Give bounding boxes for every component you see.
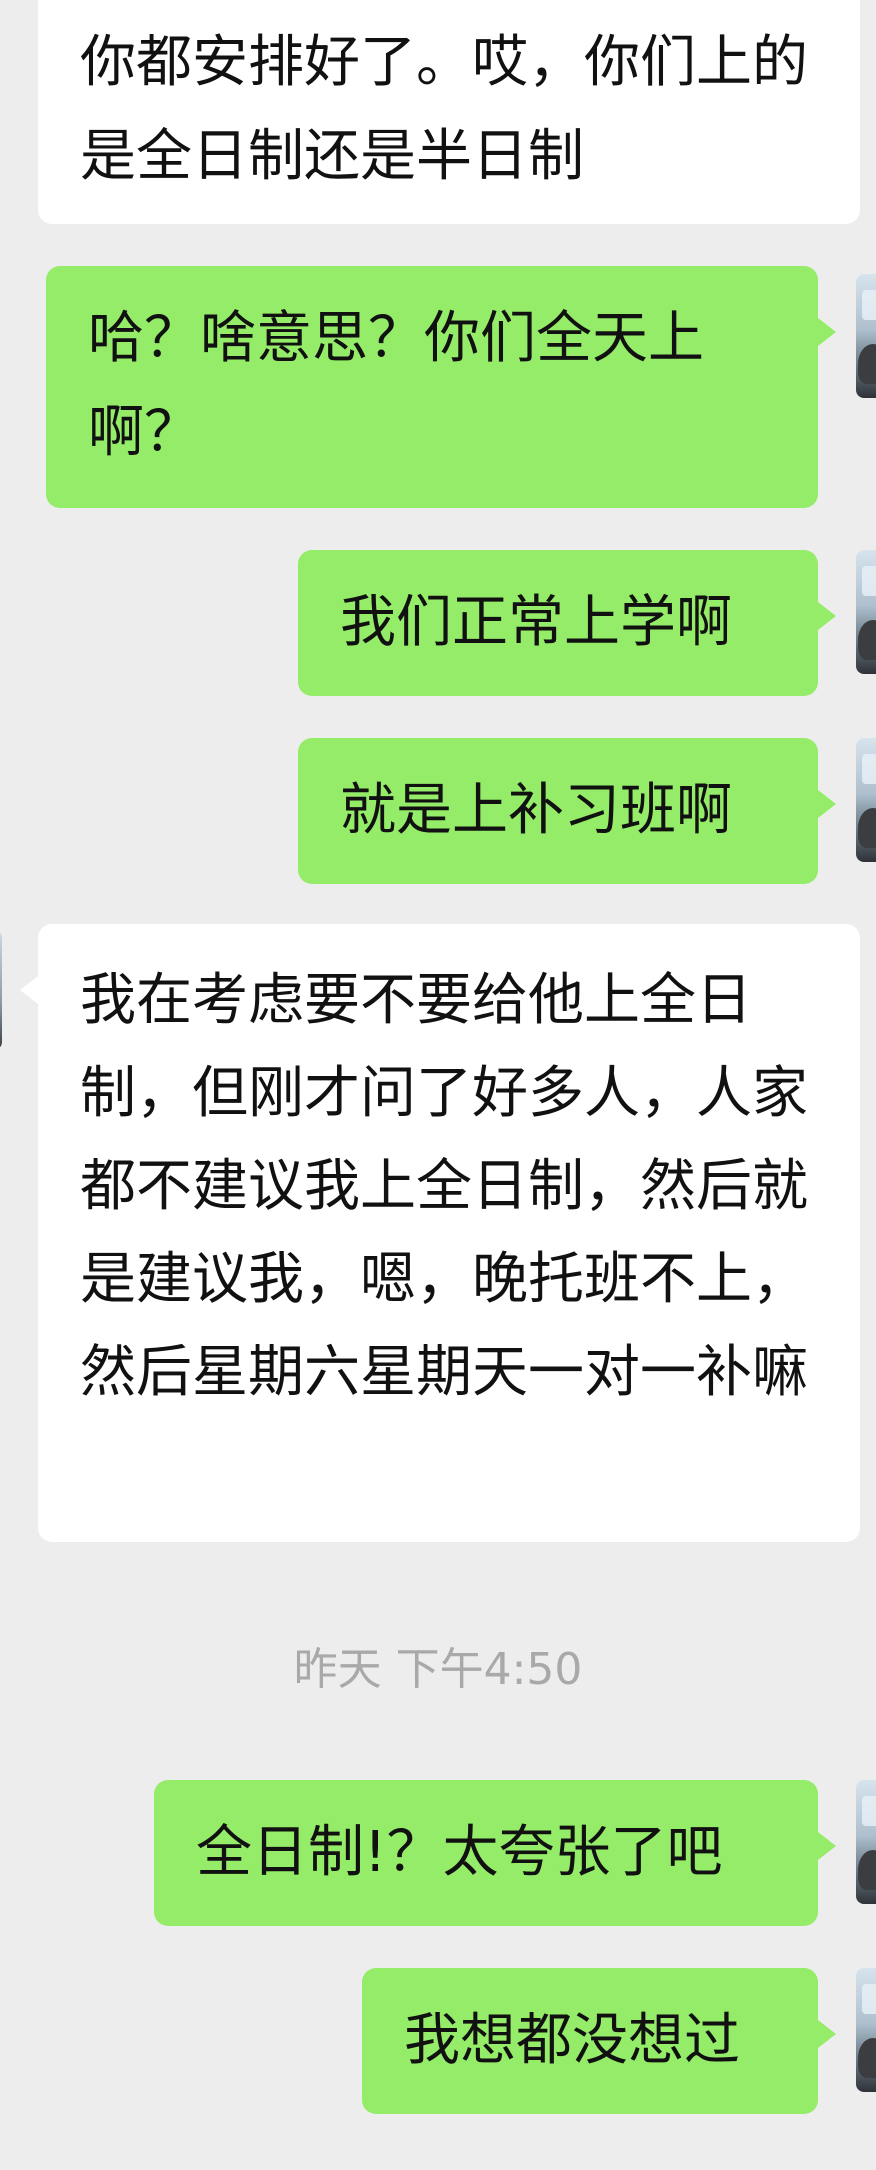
chat-message-outgoing[interactable]: 我想都没想过 xyxy=(362,1968,836,2114)
user-avatar-icon[interactable] xyxy=(856,1968,876,2092)
avatar-highlight xyxy=(862,290,876,320)
avatar-face xyxy=(858,808,876,848)
chat-message-outgoing[interactable]: 就是上补习班啊 xyxy=(298,738,836,884)
avatar-highlight xyxy=(862,754,876,784)
avatar-highlight xyxy=(862,566,876,596)
chat-message-outgoing[interactable]: 我们正常上学啊 xyxy=(298,550,836,696)
avatar-highlight xyxy=(862,1796,876,1826)
user-avatar-icon[interactable] xyxy=(856,550,876,674)
avatar-face xyxy=(858,620,876,660)
user-avatar-icon[interactable] xyxy=(856,738,876,862)
chat-message-outgoing[interactable]: 哈？啥意思？你们全天上啊？ xyxy=(46,266,836,508)
user-avatar-icon[interactable] xyxy=(856,1780,876,1904)
chat-message-incoming[interactable]: 你都安排好了。哎，你们上的是全日制还是半日制 xyxy=(38,0,860,224)
chat-history: 你都安排好了。哎，你们上的是全日制还是半日制 哈？啥意思？你们全天上啊？ 我们正… xyxy=(0,0,876,2170)
avatar-highlight xyxy=(862,1984,876,2014)
message-timestamp: 昨天 下午4:50 xyxy=(293,1644,583,1695)
chat-message-incoming[interactable]: 我在考虑要不要给他上全日制，但刚才问了好多人，人家都不建议我上全日制，然后就是建… xyxy=(20,924,860,1542)
avatar-face xyxy=(858,344,876,384)
avatar-face xyxy=(858,1850,876,1890)
contact-avatar-icon[interactable] xyxy=(0,930,2,1050)
avatar-face xyxy=(858,2038,876,2078)
user-avatar-icon[interactable] xyxy=(856,274,876,398)
chat-message-outgoing[interactable]: 全日制!？太夸张了吧 xyxy=(154,1780,836,1926)
